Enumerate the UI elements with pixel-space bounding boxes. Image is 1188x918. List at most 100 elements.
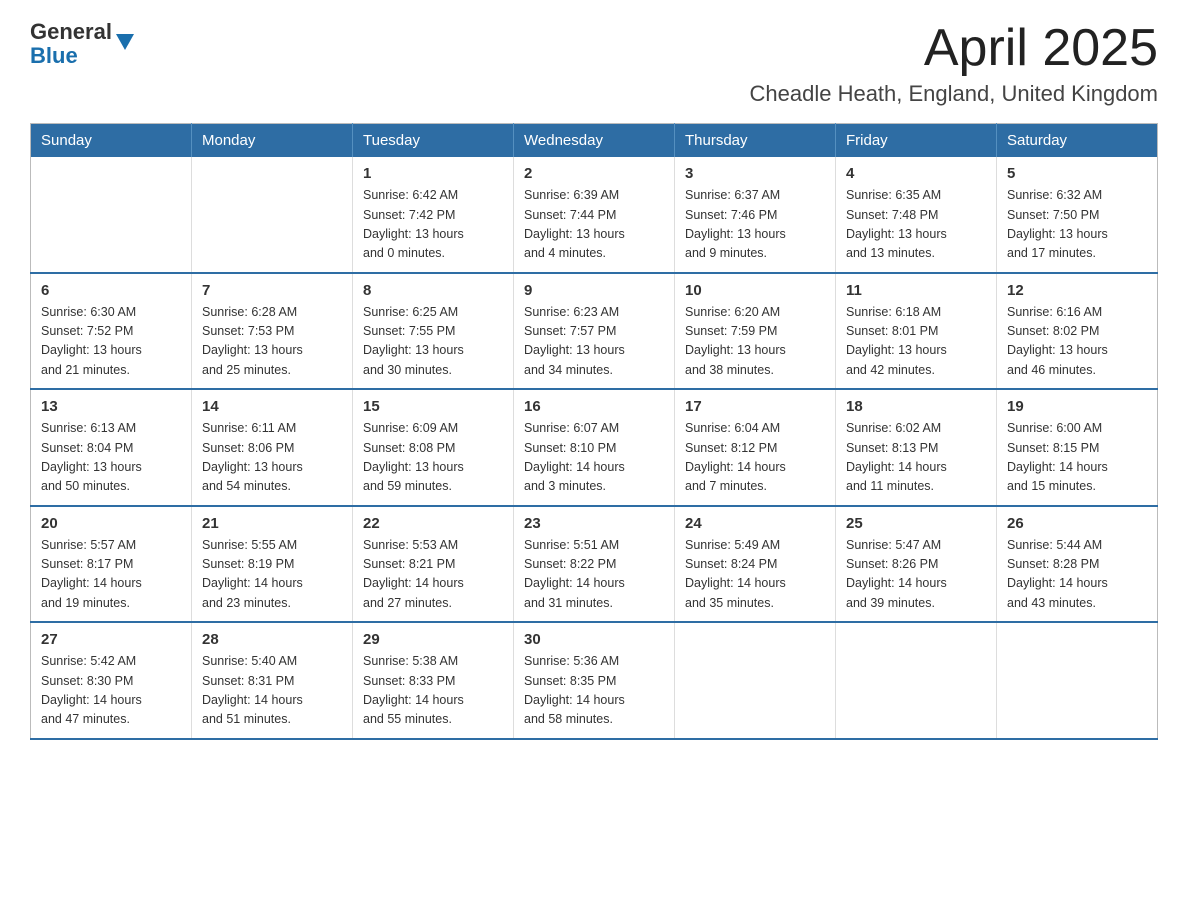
day-number: 7	[202, 282, 342, 299]
calendar-cell: 24 Sunrise: 5:49 AM Sunset: 8:24 PM Dayli…	[675, 506, 836, 623]
calendar-cell: 9 Sunrise: 6:23 AM Sunset: 7:57 PM Daylig…	[514, 273, 675, 390]
day-info: Sunrise: 5:53 AM Sunset: 8:21 PM Dayligh…	[363, 536, 503, 614]
col-sunday: Sunday	[31, 124, 192, 158]
day-number: 9	[524, 282, 664, 299]
day-number: 8	[363, 282, 503, 299]
day-number: 26	[1007, 515, 1147, 532]
day-number: 24	[685, 515, 825, 532]
calendar-week-row: 20 Sunrise: 5:57 AM Sunset: 8:17 PM Dayli…	[31, 506, 1158, 623]
day-info: Sunrise: 5:55 AM Sunset: 8:19 PM Dayligh…	[202, 536, 342, 614]
calendar-cell: 17 Sunrise: 6:04 AM Sunset: 8:12 PM Dayli…	[675, 389, 836, 506]
calendar-week-row: 6Sunrise: 6:30 AM Sunset: 7:52 PM Daylig…	[31, 273, 1158, 390]
day-number: 25	[846, 515, 986, 532]
day-info: Sunrise: 5:36 AM Sunset: 8:35 PM Dayligh…	[524, 652, 664, 730]
calendar-cell: 27Sunrise: 5:42 AM Sunset: 8:30 PM Dayli…	[31, 622, 192, 739]
calendar-cell: 28 Sunrise: 5:40 AM Sunset: 8:31 PM Dayli…	[192, 622, 353, 739]
day-info: Sunrise: 5:47 AM Sunset: 8:26 PM Dayligh…	[846, 536, 986, 614]
day-info: Sunrise: 6:04 AM Sunset: 8:12 PM Dayligh…	[685, 419, 825, 497]
calendar-cell: 7 Sunrise: 6:28 AM Sunset: 7:53 PM Daylig…	[192, 273, 353, 390]
col-saturday: Saturday	[997, 124, 1158, 158]
header: General Blue April 2025 Cheadle Heath, E…	[30, 20, 1158, 107]
calendar-week-row: 1 Sunrise: 6:42 AM Sunset: 7:42 PM Daylig…	[31, 157, 1158, 273]
day-number: 28	[202, 631, 342, 648]
day-info: Sunrise: 5:38 AM Sunset: 8:33 PM Dayligh…	[363, 652, 503, 730]
calendar-week-row: 27Sunrise: 5:42 AM Sunset: 8:30 PM Dayli…	[31, 622, 1158, 739]
day-number: 20	[41, 515, 181, 532]
day-info: Sunrise: 6:28 AM Sunset: 7:53 PM Dayligh…	[202, 303, 342, 381]
day-number: 27	[41, 631, 181, 648]
calendar-cell: 26 Sunrise: 5:44 AM Sunset: 8:28 PM Dayli…	[997, 506, 1158, 623]
day-info: Sunrise: 6:23 AM Sunset: 7:57 PM Dayligh…	[524, 303, 664, 381]
calendar-cell: 12 Sunrise: 6:16 AM Sunset: 8:02 PM Dayli…	[997, 273, 1158, 390]
calendar-cell: 1 Sunrise: 6:42 AM Sunset: 7:42 PM Daylig…	[353, 157, 514, 273]
day-number: 5	[1007, 165, 1147, 182]
day-info: Sunrise: 6:00 AM Sunset: 8:15 PM Dayligh…	[1007, 419, 1147, 497]
calendar-cell: 15Sunrise: 6:09 AM Sunset: 8:08 PM Dayli…	[353, 389, 514, 506]
calendar-cell	[192, 157, 353, 273]
day-number: 12	[1007, 282, 1147, 299]
day-info: Sunrise: 6:35 AM Sunset: 7:48 PM Dayligh…	[846, 186, 986, 264]
subtitle: Cheadle Heath, England, United Kingdom	[750, 81, 1159, 107]
day-info: Sunrise: 5:40 AM Sunset: 8:31 PM Dayligh…	[202, 652, 342, 730]
calendar-cell: 2Sunrise: 6:39 AM Sunset: 7:44 PM Daylig…	[514, 157, 675, 273]
calendar-cell: 16 Sunrise: 6:07 AM Sunset: 8:10 PM Dayli…	[514, 389, 675, 506]
calendar-table: Sunday Monday Tuesday Wednesday Thursday…	[30, 123, 1158, 740]
title-area: April 2025 Cheadle Heath, England, Unite…	[750, 20, 1159, 107]
day-number: 13	[41, 398, 181, 415]
day-number: 18	[846, 398, 986, 415]
day-info: Sunrise: 6:20 AM Sunset: 7:59 PM Dayligh…	[685, 303, 825, 381]
day-number: 30	[524, 631, 664, 648]
calendar-cell: 25 Sunrise: 5:47 AM Sunset: 8:26 PM Dayli…	[836, 506, 997, 623]
calendar-cell	[997, 622, 1158, 739]
logo-blue: Blue	[30, 44, 112, 68]
day-number: 11	[846, 282, 986, 299]
calendar-cell: 30 Sunrise: 5:36 AM Sunset: 8:35 PM Dayli…	[514, 622, 675, 739]
day-info: Sunrise: 6:16 AM Sunset: 8:02 PM Dayligh…	[1007, 303, 1147, 381]
calendar-cell: 10Sunrise: 6:20 AM Sunset: 7:59 PM Dayli…	[675, 273, 836, 390]
calendar-cell: 4 Sunrise: 6:35 AM Sunset: 7:48 PM Daylig…	[836, 157, 997, 273]
calendar-cell: 8 Sunrise: 6:25 AM Sunset: 7:55 PM Daylig…	[353, 273, 514, 390]
calendar-cell	[31, 157, 192, 273]
day-info: Sunrise: 5:57 AM Sunset: 8:17 PM Dayligh…	[41, 536, 181, 614]
logo-general: General	[30, 20, 112, 44]
calendar-cell: 18 Sunrise: 6:02 AM Sunset: 8:13 PM Dayli…	[836, 389, 997, 506]
day-info: Sunrise: 6:02 AM Sunset: 8:13 PM Dayligh…	[846, 419, 986, 497]
logo: General Blue	[30, 20, 134, 68]
day-number: 19	[1007, 398, 1147, 415]
calendar-cell: 13 Sunrise: 6:13 AM Sunset: 8:04 PM Dayli…	[31, 389, 192, 506]
day-info: Sunrise: 5:49 AM Sunset: 8:24 PM Dayligh…	[685, 536, 825, 614]
day-number: 21	[202, 515, 342, 532]
logo-triangle-icon	[116, 34, 134, 50]
day-number: 6	[41, 282, 181, 299]
day-number: 14	[202, 398, 342, 415]
calendar-cell: 23Sunrise: 5:51 AM Sunset: 8:22 PM Dayli…	[514, 506, 675, 623]
day-info: Sunrise: 6:18 AM Sunset: 8:01 PM Dayligh…	[846, 303, 986, 381]
calendar-cell: 5 Sunrise: 6:32 AM Sunset: 7:50 PM Daylig…	[997, 157, 1158, 273]
col-wednesday: Wednesday	[514, 124, 675, 158]
day-number: 16	[524, 398, 664, 415]
col-tuesday: Tuesday	[353, 124, 514, 158]
calendar-week-row: 13 Sunrise: 6:13 AM Sunset: 8:04 PM Dayli…	[31, 389, 1158, 506]
calendar-cell: 11 Sunrise: 6:18 AM Sunset: 8:01 PM Dayli…	[836, 273, 997, 390]
day-number: 17	[685, 398, 825, 415]
day-info: Sunrise: 6:39 AM Sunset: 7:44 PM Dayligh…	[524, 186, 664, 264]
day-number: 23	[524, 515, 664, 532]
day-info: Sunrise: 6:42 AM Sunset: 7:42 PM Dayligh…	[363, 186, 503, 264]
day-info: Sunrise: 6:13 AM Sunset: 8:04 PM Dayligh…	[41, 419, 181, 497]
day-info: Sunrise: 6:07 AM Sunset: 8:10 PM Dayligh…	[524, 419, 664, 497]
day-info: Sunrise: 6:11 AM Sunset: 8:06 PM Dayligh…	[202, 419, 342, 497]
calendar-cell: 29Sunrise: 5:38 AM Sunset: 8:33 PM Dayli…	[353, 622, 514, 739]
col-friday: Friday	[836, 124, 997, 158]
day-number: 15	[363, 398, 503, 415]
calendar-cell: 19 Sunrise: 6:00 AM Sunset: 8:15 PM Dayli…	[997, 389, 1158, 506]
day-number: 1	[363, 165, 503, 182]
calendar-cell: 20 Sunrise: 5:57 AM Sunset: 8:17 PM Dayli…	[31, 506, 192, 623]
col-thursday: Thursday	[675, 124, 836, 158]
day-number: 4	[846, 165, 986, 182]
day-info: Sunrise: 5:44 AM Sunset: 8:28 PM Dayligh…	[1007, 536, 1147, 614]
calendar-cell: 14 Sunrise: 6:11 AM Sunset: 8:06 PM Dayli…	[192, 389, 353, 506]
col-monday: Monday	[192, 124, 353, 158]
day-info: Sunrise: 6:25 AM Sunset: 7:55 PM Dayligh…	[363, 303, 503, 381]
day-info: Sunrise: 6:32 AM Sunset: 7:50 PM Dayligh…	[1007, 186, 1147, 264]
calendar-cell: 6Sunrise: 6:30 AM Sunset: 7:52 PM Daylig…	[31, 273, 192, 390]
